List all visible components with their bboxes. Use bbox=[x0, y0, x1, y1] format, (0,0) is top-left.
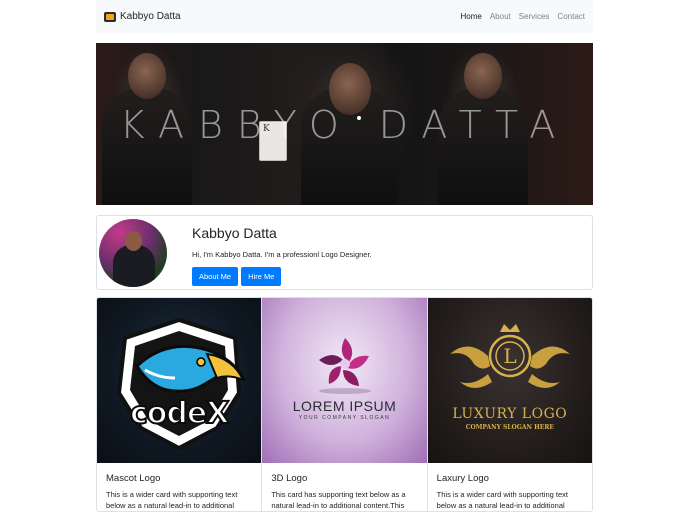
crest-logo-icon: L bbox=[449, 324, 570, 388]
card-body: 3D Logo This card has supporting text be… bbox=[262, 463, 426, 511]
banner-head-right bbox=[464, 53, 502, 99]
card-text: This is a wider card with supporting tex… bbox=[436, 490, 568, 510]
brand-logo-icon bbox=[104, 11, 116, 22]
nav-link-contact[interactable]: Contact bbox=[557, 12, 585, 21]
nav-link-services[interactable]: Services bbox=[519, 12, 550, 21]
avatar-face bbox=[125, 231, 142, 251]
card-title: Mascot Logo bbox=[106, 473, 161, 484]
svg-text:L: L bbox=[503, 344, 516, 368]
nav-links: Home About Services Contact bbox=[460, 12, 585, 21]
luxury-logo-text: LUXURY LOGO bbox=[452, 406, 568, 422]
eagle-shield-icon bbox=[116, 317, 247, 451]
brand-name: Kabbyo Datta bbox=[120, 11, 181, 22]
card-body: Mascot Logo This is a wider card with su… bbox=[97, 463, 261, 511]
flower-logo-icon bbox=[319, 338, 372, 394]
luxury-logo-image: L LUXURY LOGO COMPANY SLOGAN HERE bbox=[427, 298, 592, 463]
3d-logo-image: LOREM IPSUM YOUR COMPANY SLOGAN bbox=[262, 298, 427, 463]
avatar-body bbox=[113, 245, 155, 287]
card-luxury-logo: L LUXURY LOGO COMPANY SLOGAN HERE Laxury… bbox=[427, 298, 592, 511]
luxury-logo-slogan: COMPANY SLOGAN HERE bbox=[465, 424, 554, 431]
avatar bbox=[99, 219, 167, 287]
profile-card: Kabbyo Datta Hi, I'm Kabbyo Datta. I'm a… bbox=[96, 215, 593, 290]
card-body: Laxury Logo This is a wider card with su… bbox=[428, 463, 592, 511]
card-mascot-logo: codeX Mascot Logo This is a wider card w… bbox=[97, 298, 263, 511]
card-title: Laxury Logo bbox=[436, 473, 489, 484]
profile-body: Kabbyo Datta Hi, I'm Kabbyo Datta. I'm a… bbox=[192, 216, 372, 289]
card-text: This card has supporting text below as a… bbox=[271, 490, 406, 510]
profile-bio: Hi, I'm Kabbyo Datta. I'm a professionl … bbox=[192, 250, 372, 259]
card-text: This is a wider card with supporting tex… bbox=[106, 490, 238, 510]
mascot-logo-image: codeX bbox=[97, 298, 262, 463]
nav-link-about[interactable]: About bbox=[490, 12, 511, 21]
profile-name: Kabbyo Datta bbox=[192, 225, 277, 241]
profile-buttons: About Me Hire Me bbox=[192, 267, 372, 286]
card-group: codeX Mascot Logo This is a wider card w… bbox=[96, 297, 593, 512]
hire-me-button[interactable]: Hire Me bbox=[241, 267, 282, 286]
navbar-brand[interactable]: Kabbyo Datta bbox=[104, 11, 181, 22]
3d-logo-slogan: YOUR COMPANY SLOGAN bbox=[298, 415, 391, 421]
banner-title: KABBYO DATTA bbox=[119, 103, 570, 147]
card-3d-logo: LOREM IPSUM YOUR COMPANY SLOGAN 3D Logo … bbox=[262, 298, 428, 511]
mascot-logo-text: codeX bbox=[129, 395, 230, 432]
3d-logo-text: LOREM IPSUM bbox=[292, 398, 397, 414]
navbar: Kabbyo Datta Home About Services Contact bbox=[96, 0, 593, 33]
about-me-button[interactable]: About Me bbox=[192, 267, 239, 286]
banner-head-left bbox=[128, 53, 166, 99]
nav-link-home[interactable]: Home bbox=[460, 12, 481, 21]
card-title: 3D Logo bbox=[271, 473, 308, 484]
hero-banner: KABBYO DATTA bbox=[96, 43, 593, 205]
